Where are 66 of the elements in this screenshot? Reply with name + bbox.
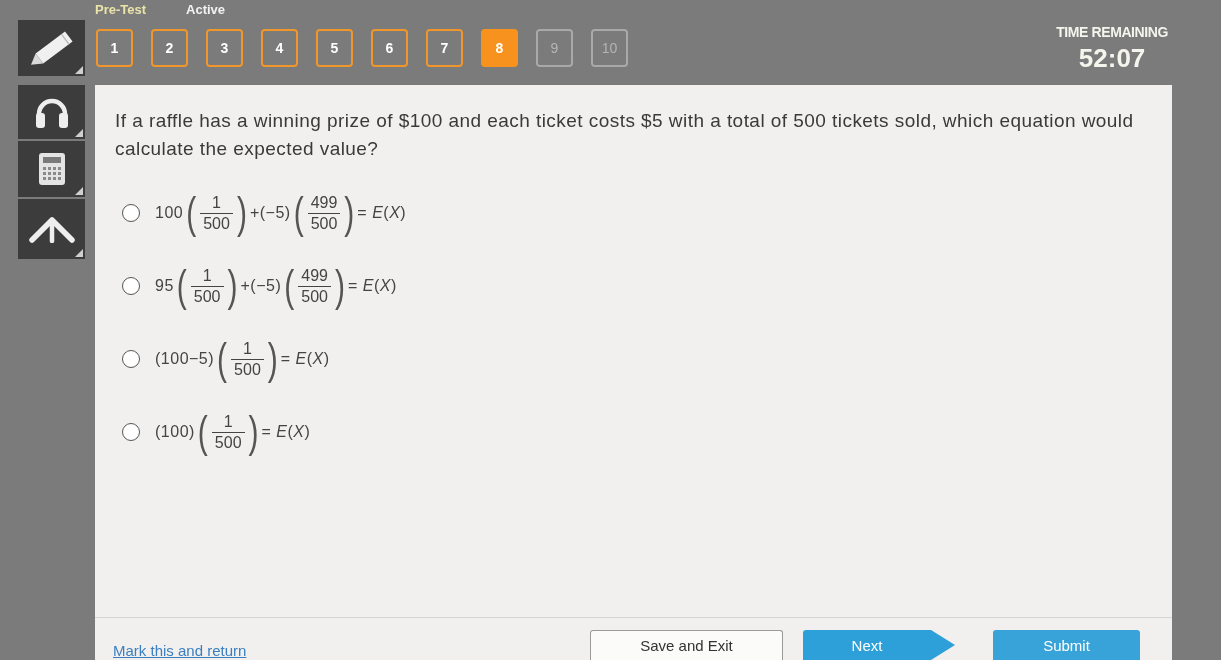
question-number-button[interactable]: 2	[151, 29, 188, 67]
parenthesis: (	[186, 191, 197, 235]
equation-term: = E(X)	[347, 277, 397, 295]
equation-term: = E(X)	[280, 350, 330, 368]
fraction-numerator: 499	[298, 266, 331, 287]
fraction-denominator: 500	[309, 213, 339, 233]
fraction-numerator: 1	[200, 193, 233, 214]
parenthesis: )	[344, 191, 355, 235]
test-title: Pre-Test	[95, 1, 147, 17]
radio-button[interactable]	[122, 277, 140, 295]
corner-marker-icon	[75, 66, 83, 74]
corner-marker-icon	[75, 249, 83, 257]
question-number-button[interactable]: 6	[371, 29, 408, 67]
pencil-tool-button[interactable]	[18, 20, 85, 76]
test-status: Active	[186, 1, 226, 17]
question-number-button[interactable]: 7	[426, 29, 463, 67]
equation-term: +(−5)	[240, 277, 282, 295]
fraction-denominator: 500	[233, 359, 262, 379]
fraction-denominator: 500	[213, 432, 243, 452]
parenthesis: )	[227, 264, 238, 308]
equation-term: (100)	[155, 423, 195, 441]
parenthesis: )	[248, 410, 259, 454]
headphones-tool-button[interactable]	[18, 85, 85, 139]
parenthesis: (	[284, 264, 295, 308]
equation-term: +(−5)	[249, 204, 291, 222]
save-exit-button[interactable]: Save and Exit	[590, 630, 783, 660]
fraction-numerator: 1	[231, 339, 264, 360]
radio-button[interactable]	[122, 204, 140, 222]
equation-term: (100−5)	[155, 350, 215, 368]
parenthesis: )	[334, 264, 345, 308]
fraction-numerator: 499	[307, 193, 341, 214]
question-number-button[interactable]: 1	[96, 29, 133, 67]
question-number-button[interactable]: 5	[316, 29, 353, 67]
calculator-tool-button[interactable]	[18, 141, 85, 197]
fraction-numerator: 1	[190, 266, 224, 287]
question-number-button[interactable]: 3	[206, 29, 243, 67]
parenthesis: (	[197, 410, 208, 454]
question-number-button[interactable]: 4	[261, 29, 298, 67]
headphones-icon	[33, 96, 70, 128]
equation-term: = E(X)	[357, 204, 407, 222]
fraction-numerator: 1	[211, 412, 245, 433]
fraction-denominator: 500	[202, 213, 231, 233]
equation-term: = E(X)	[261, 423, 311, 441]
calculator-icon	[38, 153, 65, 185]
question-text: If a raffle has a winning prize of $100 and each ticket costs $5 with a total of 500 tickets sold, which equation would calculate the expected value?	[115, 109, 1135, 161]
next-button[interactable]: Next	[803, 630, 955, 660]
parenthesis: (	[217, 337, 228, 381]
pencil-icon	[30, 31, 73, 65]
corner-marker-icon	[75, 129, 83, 137]
timer-value: 52:07	[1078, 44, 1146, 72]
parenthesis: (	[293, 191, 304, 235]
reference-tool-button[interactable]	[18, 199, 85, 259]
equation-term: 100	[155, 204, 184, 222]
parenthesis: (	[176, 264, 187, 308]
question-number-button[interactable]: 8	[481, 29, 518, 67]
equation-term: 95	[155, 277, 174, 295]
mark-and-return-link[interactable]: Mark this and return	[113, 642, 247, 659]
radio-button[interactable]	[122, 350, 140, 368]
parenthesis: )	[236, 191, 247, 235]
timer-label: TIME REMAINING	[1056, 24, 1168, 40]
fraction-denominator: 500	[192, 286, 222, 306]
fraction-denominator: 500	[300, 286, 329, 306]
submit-button[interactable]: Submit	[993, 630, 1140, 660]
radio-button[interactable]	[122, 423, 140, 441]
corner-marker-icon	[75, 187, 83, 195]
parenthesis: )	[267, 337, 278, 381]
